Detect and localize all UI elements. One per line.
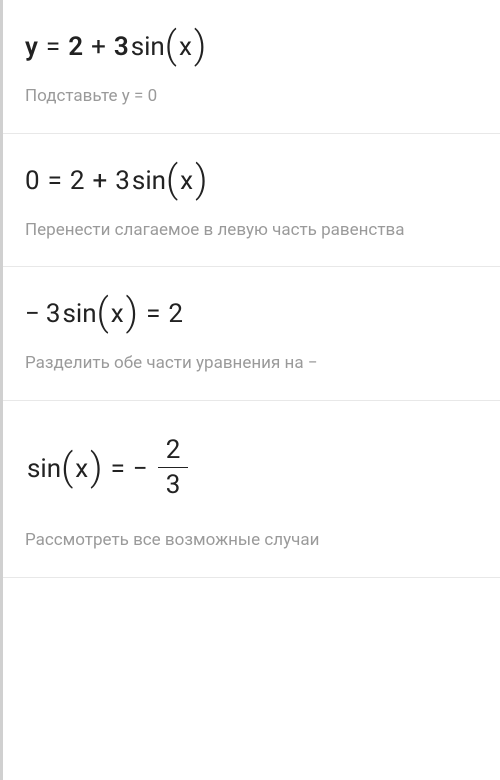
denominator: 3 <box>158 467 189 498</box>
constant-2: 2 <box>68 34 83 60</box>
argument-x: x <box>75 456 88 482</box>
equals-sign: = <box>146 301 160 327</box>
coefficient-3: 3 <box>115 168 130 194</box>
coefficient-3: 3 <box>46 301 61 327</box>
argument-x: x <box>179 34 192 60</box>
open-paren: ( <box>61 449 73 487</box>
minus-sign: − <box>25 301 40 327</box>
sin-function: sin <box>132 168 166 194</box>
equals-sign: = <box>46 34 60 60</box>
step-1: y = 2 + 3 sin ( x ) Подставьте y = 0 <box>3 0 500 134</box>
plus-sign: + <box>91 34 106 60</box>
coefficient-3: 3 <box>114 34 129 60</box>
equation-1: y = 2 + 3 sin ( x ) <box>25 28 478 66</box>
hint-2: Перенести слагаемое в левую часть равенс… <box>25 218 478 243</box>
hint-3: Разделить обе части уравнения на − <box>25 351 478 376</box>
equals-sign: = <box>48 168 62 194</box>
variable-y: y <box>25 34 38 60</box>
equation-4: sin ( x ) = − 2 3 <box>25 429 478 510</box>
solution-steps: y = 2 + 3 sin ( x ) Подставьте y = 0 0 =… <box>0 0 500 780</box>
hint-1: Подставьте y = 0 <box>25 84 478 109</box>
sin-function: sin <box>131 34 165 60</box>
constant-2: 2 <box>70 168 85 194</box>
minus-sign: − <box>133 456 148 482</box>
equals-sign: = <box>111 456 125 482</box>
close-paren: ) <box>194 27 206 65</box>
step-3: − 3 sin ( x ) = 2 Разделить обе части ур… <box>3 267 500 401</box>
open-paren: ( <box>97 294 109 332</box>
open-paren: ( <box>165 27 177 65</box>
plus-sign: + <box>93 168 108 194</box>
step-2: 0 = 2 + 3 sin ( x ) Перенести слагаемое … <box>3 134 500 268</box>
hint-4: Рассмотреть все возможные случаи <box>25 528 478 553</box>
close-paren: ) <box>90 449 102 487</box>
value-2: 2 <box>168 301 183 327</box>
argument-x: x <box>111 301 124 327</box>
fraction: 2 3 <box>158 437 189 498</box>
close-paren: ) <box>195 161 207 199</box>
argument-x: x <box>180 168 193 194</box>
numerator: 2 <box>158 437 189 467</box>
open-paren: ( <box>166 161 178 199</box>
step-4: sin ( x ) = − 2 3 Рассмотреть все возмож… <box>3 401 500 578</box>
equation-2: 0 = 2 + 3 sin ( x ) <box>25 162 478 200</box>
sin-function: sin <box>27 456 61 482</box>
value-0: 0 <box>25 168 40 194</box>
sin-function: sin <box>63 301 97 327</box>
equation-3: − 3 sin ( x ) = 2 <box>25 295 478 333</box>
close-paren: ) <box>126 294 138 332</box>
